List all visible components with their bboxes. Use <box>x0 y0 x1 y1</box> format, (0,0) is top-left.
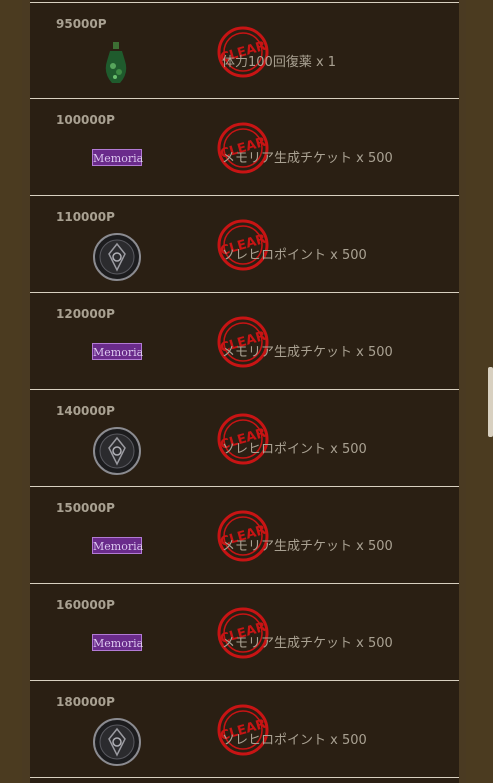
memoria-ticket-icon: Memoria <box>92 149 143 166</box>
potion-icon <box>92 39 142 89</box>
coin-icon <box>92 232 142 282</box>
scrollbar-thumb[interactable] <box>488 367 493 437</box>
points-label: 100000P <box>56 113 115 127</box>
reward-row: 110000P CLEAR ソレヒロポイント x 500 <box>30 196 459 293</box>
reward-text: ソレヒロポイント x 500 <box>222 442 367 457</box>
reward-row: 180000P CLEAR ソレヒロポイント x 500 <box>30 681 459 778</box>
reward-text: ソレヒロポイント x 500 <box>222 248 367 263</box>
memoria-ticket-icon: Memoria <box>92 343 143 360</box>
reward-text: ソレヒロポイント x 500 <box>222 733 367 748</box>
reward-row: 100000P Memoria CLEAR メモリア生成チケット x 500 <box>30 99 459 196</box>
reward-row: 160000P Memoria CLEAR メモリア生成チケット x 500 <box>30 584 459 681</box>
reward-text: メモリア生成チケット x 500 <box>222 345 393 360</box>
points-label: 110000P <box>56 210 115 224</box>
points-label: 150000P <box>56 501 115 515</box>
reward-list: 95000P CLEAR 体力100回復薬 x 1 100000P Memori… <box>30 0 459 783</box>
reward-row: 95000P CLEAR 体力100回復薬 x 1 <box>30 2 459 99</box>
points-label: 160000P <box>56 598 115 612</box>
reward-row: 120000P Memoria CLEAR メモリア生成チケット x 500 <box>30 293 459 390</box>
coin-icon <box>92 426 142 476</box>
reward-text: メモリア生成チケット x 500 <box>222 539 393 554</box>
points-label: 180000P <box>56 695 115 709</box>
memoria-ticket-icon: Memoria <box>92 537 143 554</box>
left-frame <box>0 0 22 783</box>
reward-text: メモリア生成チケット x 500 <box>222 151 393 166</box>
memoria-ticket-icon: Memoria <box>92 634 143 651</box>
reward-row: 140000P CLEAR ソレヒロポイント x 500 <box>30 390 459 487</box>
reward-row: 150000P Memoria CLEAR メモリア生成チケット x 500 <box>30 487 459 584</box>
reward-text: 体力100回復薬 x 1 <box>222 55 337 70</box>
points-label: 120000P <box>56 307 115 321</box>
reward-text: メモリア生成チケット x 500 <box>222 636 393 651</box>
points-label: 140000P <box>56 404 115 418</box>
coin-icon <box>92 717 142 767</box>
points-label: 95000P <box>56 17 107 31</box>
